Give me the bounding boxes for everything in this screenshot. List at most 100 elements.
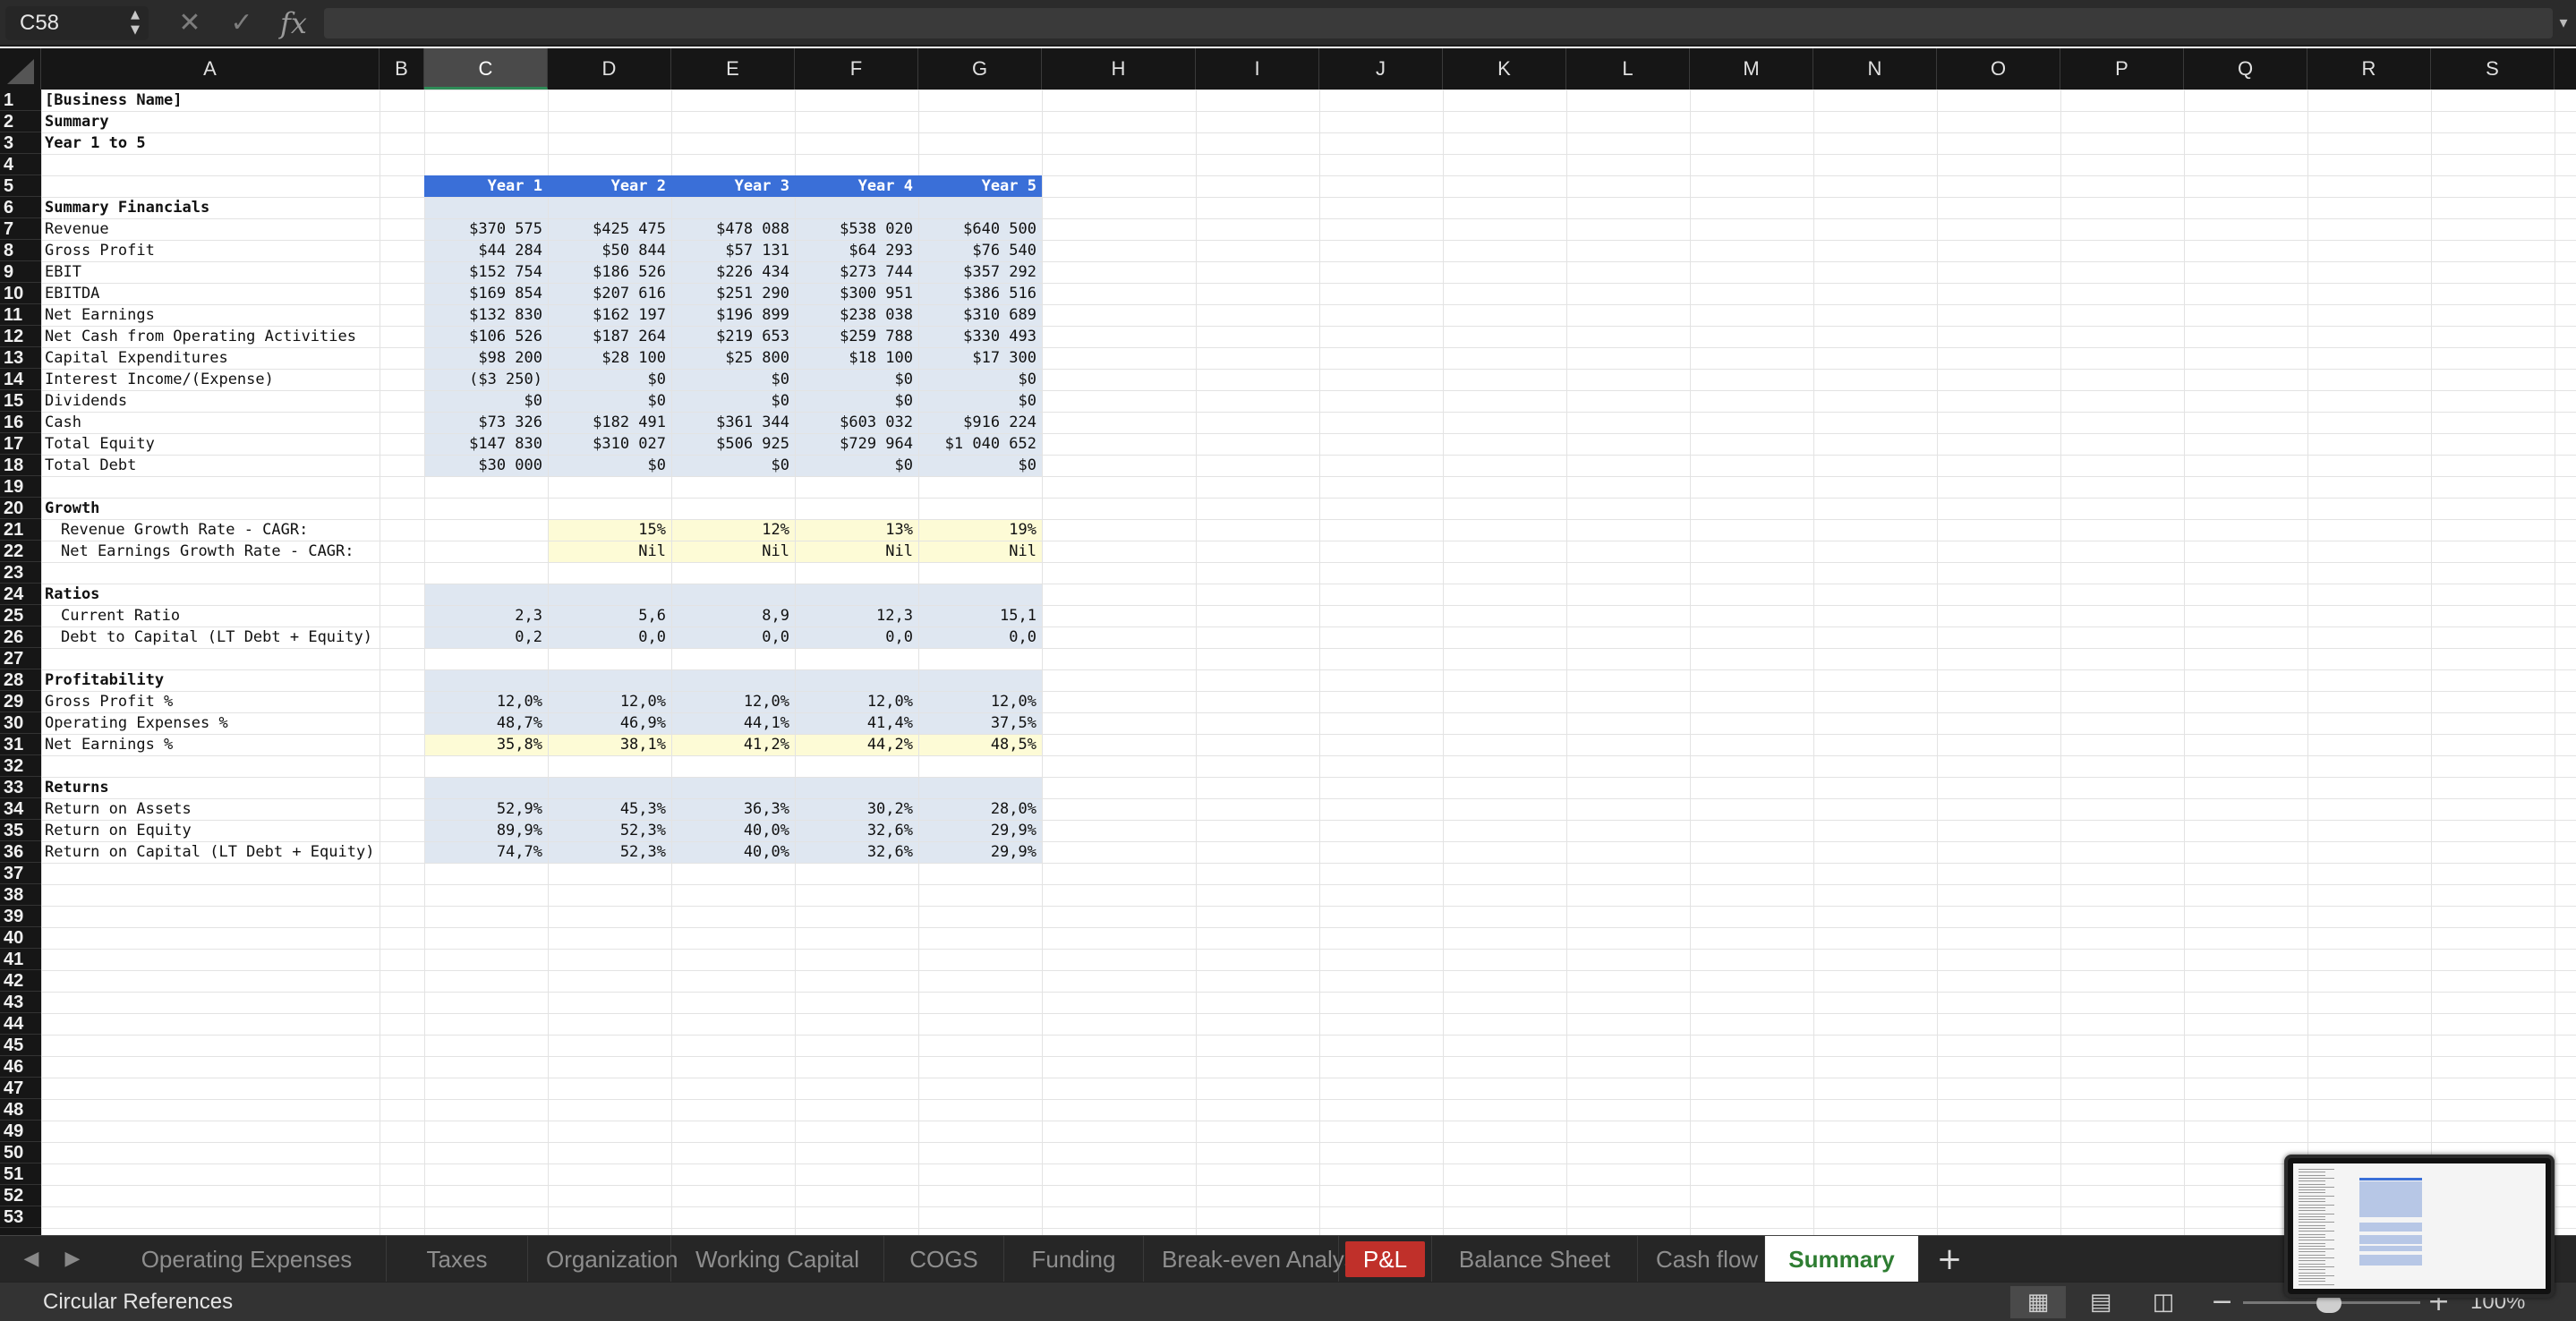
value-cell[interactable]: $98 200 bbox=[424, 347, 548, 369]
row-header-13[interactable]: 13 bbox=[0, 347, 41, 369]
row-header-14[interactable]: 14 bbox=[0, 369, 41, 390]
row-header-52[interactable]: 52 bbox=[0, 1185, 41, 1206]
value-cell[interactable]: Nil bbox=[918, 541, 1042, 562]
tab-operating-expenses[interactable]: Operating Expenses bbox=[107, 1236, 387, 1283]
value-cell[interactable]: 38,1% bbox=[548, 734, 671, 755]
row-header-9[interactable]: 9 bbox=[0, 261, 41, 283]
row-header-50[interactable]: 50 bbox=[0, 1142, 41, 1163]
profitability-heading[interactable]: Profitability bbox=[41, 669, 380, 691]
row-header-22[interactable]: 22 bbox=[0, 541, 41, 562]
value-cell[interactable]: 48,5% bbox=[918, 734, 1042, 755]
value-cell[interactable]: 12,0% bbox=[548, 691, 671, 712]
value-cell[interactable]: 74,7% bbox=[424, 841, 548, 863]
value-cell[interactable]: $187 264 bbox=[548, 326, 671, 347]
row-header-39[interactable]: 39 bbox=[0, 906, 41, 927]
value-cell[interactable]: 0,0 bbox=[671, 626, 795, 648]
value-cell[interactable]: 48,7% bbox=[424, 712, 548, 734]
value-cell[interactable]: 0,0 bbox=[548, 626, 671, 648]
column-header-s[interactable]: S bbox=[2431, 48, 2555, 89]
row-label[interactable]: Revenue bbox=[41, 218, 380, 240]
column-header-o[interactable]: O bbox=[1937, 48, 2060, 89]
value-cell[interactable]: 40,0% bbox=[671, 820, 795, 841]
row-header-33[interactable]: 33 bbox=[0, 777, 41, 798]
row-header-51[interactable]: 51 bbox=[0, 1163, 41, 1185]
value-cell[interactable]: $1 040 652 bbox=[918, 433, 1042, 455]
value-cell[interactable]: 0,2 bbox=[424, 626, 548, 648]
row-label[interactable]: Gross Profit % bbox=[41, 691, 380, 712]
value-cell[interactable]: 29,9% bbox=[918, 820, 1042, 841]
row-label[interactable]: Operating Expenses % bbox=[41, 712, 380, 734]
value-cell[interactable]: $916 224 bbox=[918, 412, 1042, 433]
row-header-19[interactable]: 19 bbox=[0, 476, 41, 498]
summary-financials-heading[interactable]: Summary Financials bbox=[41, 197, 380, 218]
row-header-2[interactable]: 2 bbox=[0, 111, 41, 132]
column-header-j[interactable]: J bbox=[1319, 48, 1443, 89]
value-cell[interactable]: $0 bbox=[671, 390, 795, 412]
row-label[interactable]: EBITDA bbox=[41, 283, 380, 304]
column-header-c[interactable]: C bbox=[424, 48, 548, 89]
fx-icon[interactable]: fx bbox=[277, 7, 310, 39]
column-header-b[interactable]: B bbox=[380, 48, 424, 89]
row-label[interactable]: Dividends bbox=[41, 390, 380, 412]
row-label[interactable]: Return on Equity bbox=[41, 820, 380, 841]
row-header-26[interactable]: 26 bbox=[0, 626, 41, 648]
value-cell[interactable]: 45,3% bbox=[548, 798, 671, 820]
row-header-53[interactable]: 53 bbox=[0, 1206, 41, 1228]
value-cell[interactable]: $64 293 bbox=[795, 240, 918, 261]
year-header[interactable]: Year 2 bbox=[548, 175, 671, 197]
row-header-40[interactable]: 40 bbox=[0, 927, 41, 949]
value-cell[interactable]: 15% bbox=[548, 519, 671, 541]
value-cell[interactable]: 12% bbox=[671, 519, 795, 541]
value-cell[interactable]: $106 526 bbox=[424, 326, 548, 347]
ratios-heading[interactable]: Ratios bbox=[41, 584, 380, 605]
cell-grid[interactable]: [Business Name] Summary Year 1 to 5 Year 1Y… bbox=[41, 89, 2576, 1235]
value-cell[interactable]: $310 027 bbox=[548, 433, 671, 455]
value-cell[interactable]: $17 300 bbox=[918, 347, 1042, 369]
value-cell[interactable]: $538 020 bbox=[795, 218, 918, 240]
status-circular-references[interactable]: Circular References bbox=[43, 1283, 233, 1321]
value-cell[interactable]: $310 689 bbox=[918, 304, 1042, 326]
value-cell[interactable]: $57 131 bbox=[671, 240, 795, 261]
row-label[interactable]: Return on Capital (LT Debt + Equity) bbox=[41, 841, 380, 863]
value-cell[interactable]: $152 754 bbox=[424, 261, 548, 283]
value-cell[interactable]: $0 bbox=[795, 455, 918, 476]
column-header-a[interactable]: A bbox=[41, 48, 380, 89]
sheet-title[interactable]: Summary bbox=[41, 111, 380, 132]
row-header-44[interactable]: 44 bbox=[0, 1013, 41, 1035]
value-cell[interactable]: $0 bbox=[424, 390, 548, 412]
row-header-25[interactable]: 25 bbox=[0, 605, 41, 626]
value-cell[interactable]: $186 526 bbox=[548, 261, 671, 283]
value-cell[interactable]: $18 100 bbox=[795, 347, 918, 369]
value-cell[interactable]: $386 516 bbox=[918, 283, 1042, 304]
row-label[interactable]: Net Earnings bbox=[41, 304, 380, 326]
value-cell[interactable]: $132 830 bbox=[424, 304, 548, 326]
tab-scroll-left-icon[interactable]: ◀ bbox=[18, 1245, 45, 1274]
value-cell[interactable]: $25 800 bbox=[671, 347, 795, 369]
row-header-34[interactable]: 34 bbox=[0, 798, 41, 820]
value-cell[interactable]: 52,9% bbox=[424, 798, 548, 820]
value-cell[interactable]: 89,9% bbox=[424, 820, 548, 841]
row-label[interactable]: Total Equity bbox=[41, 433, 380, 455]
add-sheet-button[interactable]: + bbox=[1923, 1236, 1976, 1283]
value-cell[interactable]: 0,0 bbox=[795, 626, 918, 648]
formula-input[interactable] bbox=[324, 8, 2553, 38]
value-cell[interactable]: 12,0% bbox=[918, 691, 1042, 712]
year-header[interactable]: Year 5 bbox=[918, 175, 1042, 197]
row-header-47[interactable]: 47 bbox=[0, 1078, 41, 1099]
value-cell[interactable]: $219 653 bbox=[671, 326, 795, 347]
value-cell[interactable]: $603 032 bbox=[795, 412, 918, 433]
row-label[interactable]: Gross Profit bbox=[41, 240, 380, 261]
value-cell[interactable]: 41,4% bbox=[795, 712, 918, 734]
value-cell[interactable]: 41,2% bbox=[671, 734, 795, 755]
value-cell[interactable]: $226 434 bbox=[671, 261, 795, 283]
value-cell[interactable]: $0 bbox=[795, 390, 918, 412]
value-cell[interactable]: $50 844 bbox=[548, 240, 671, 261]
value-cell[interactable]: $238 038 bbox=[795, 304, 918, 326]
value-cell[interactable]: $0 bbox=[548, 369, 671, 390]
sheet-minimap[interactable] bbox=[2284, 1155, 2555, 1298]
column-header-h[interactable]: H bbox=[1042, 48, 1196, 89]
value-cell[interactable]: $251 290 bbox=[671, 283, 795, 304]
row-label[interactable]: Capital Expenditures bbox=[41, 347, 380, 369]
page-break-view-icon[interactable]: ◫ bbox=[2136, 1286, 2191, 1318]
row-header-38[interactable]: 38 bbox=[0, 884, 41, 906]
